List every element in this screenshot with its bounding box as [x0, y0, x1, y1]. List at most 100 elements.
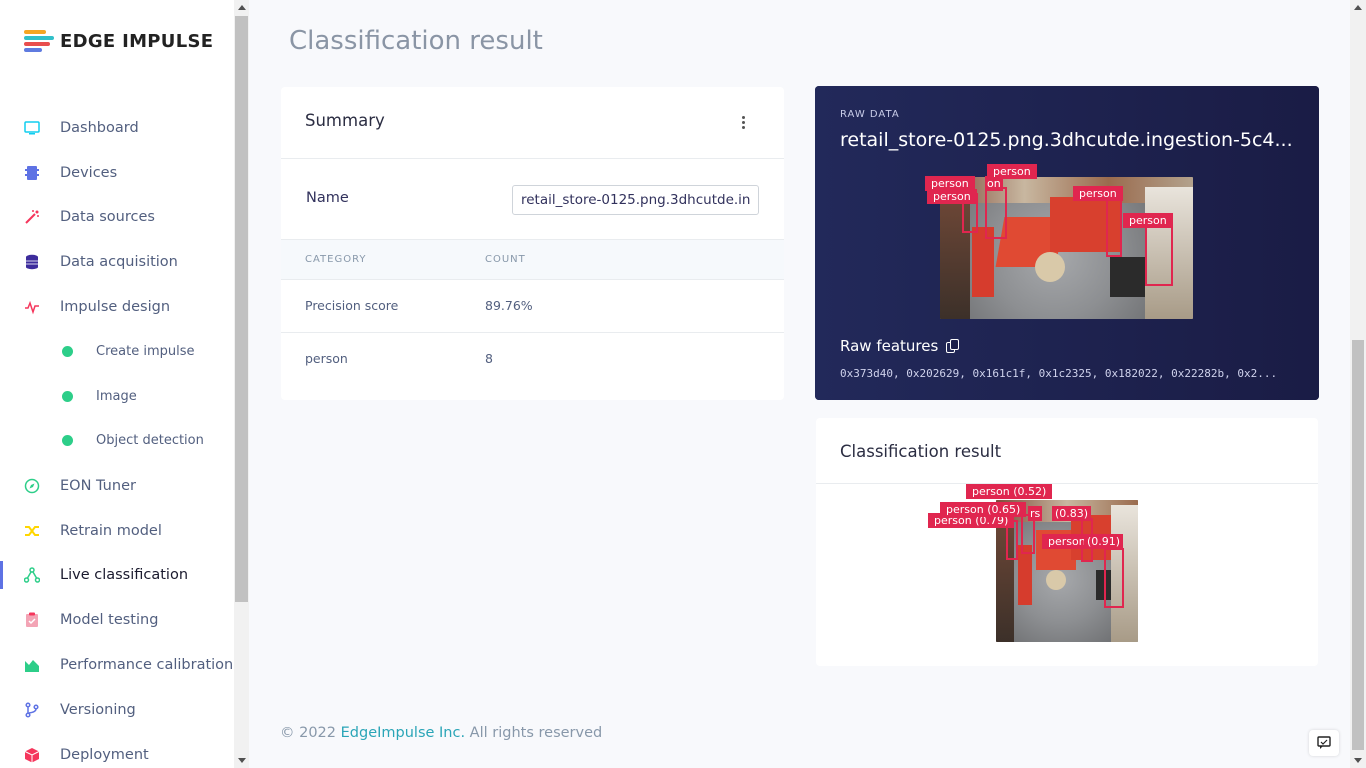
- sidebar-item-label: Versioning: [60, 702, 136, 718]
- sidebar-item-object-detection[interactable]: Object detection: [0, 422, 234, 458]
- sidebar-item-impulse-design[interactable]: Impulse design: [0, 289, 234, 325]
- name-label: Name: [306, 190, 349, 206]
- scrollbar-thumb[interactable]: [1352, 340, 1364, 750]
- footer-copyright: © 2022: [280, 725, 341, 741]
- detection-label: (0.83): [1052, 506, 1092, 521]
- detection-label: rs: [1028, 506, 1043, 521]
- brand-name: EDGE IMPULSE: [60, 30, 214, 52]
- column-header-count: COUNT: [485, 254, 526, 265]
- copy-icon[interactable]: [946, 338, 960, 354]
- name-input[interactable]: [512, 185, 759, 215]
- status-dot-icon: [62, 434, 73, 446]
- database-icon: [26, 254, 38, 270]
- sidebar-item-label: Performance calibration: [60, 657, 234, 673]
- wand-icon: [25, 210, 39, 224]
- footer-rights: All rights reserved: [465, 725, 603, 741]
- sidebar-item-label: Dashboard: [60, 120, 139, 136]
- sidebar: EDGE IMPULSE Dashboard Devices Data sour…: [0, 0, 234, 768]
- bounding-box: [1106, 195, 1122, 257]
- sidebar-item-label: Devices: [60, 165, 118, 181]
- summary-card: Summary Name CATEGORY COUNT Precision sc…: [281, 87, 784, 400]
- footer: © 2022 EdgeImpulse Inc. All rights reser…: [280, 725, 602, 741]
- sidebar-item-retrain-model[interactable]: Retrain model: [0, 513, 234, 549]
- table-row: person 8: [281, 333, 784, 386]
- sidebar-item-performance-calibration[interactable]: Performance calibration: [0, 647, 234, 683]
- chat-icon: [1317, 736, 1331, 749]
- raw-data-kicker: RAW DATA: [840, 109, 900, 120]
- sidebar-item-image[interactable]: Image: [0, 378, 234, 414]
- detection-label: person: [1123, 213, 1173, 228]
- sidebar-scrollbar[interactable]: [234, 0, 249, 768]
- monitor-icon: [24, 121, 40, 135]
- sidebar-item-deployment[interactable]: Deployment: [0, 737, 234, 768]
- footer-company-link[interactable]: EdgeImpulse Inc.: [341, 725, 465, 741]
- clipboard-icon: [26, 612, 38, 627]
- detection-label: person (0.52): [966, 484, 1053, 499]
- sidebar-item-live-classification[interactable]: Live classification: [0, 557, 234, 593]
- classification-card: Classification result person (0.52) pers…: [816, 418, 1318, 666]
- chart-icon: [25, 660, 39, 672]
- sidebar-item-data-sources[interactable]: Data sources: [0, 199, 234, 235]
- sidebar-item-data-acquisition[interactable]: Data acquisition: [0, 244, 234, 280]
- more-options-icon[interactable]: [740, 116, 746, 130]
- shuffle-icon: [25, 526, 39, 536]
- sidebar-item-create-impulse[interactable]: Create impulse: [0, 333, 234, 369]
- page-scrollbar[interactable]: [1350, 0, 1366, 768]
- detection-label: person: [927, 189, 977, 204]
- summary-title: Summary: [305, 111, 385, 130]
- sidebar-item-dashboard[interactable]: Dashboard: [0, 110, 234, 146]
- bounding-box: [1145, 222, 1173, 286]
- sidebar-item-label: Object detection: [96, 432, 204, 448]
- logo-icon: [24, 30, 54, 52]
- name-row: Name: [281, 160, 784, 240]
- count-cell: 89.76%: [485, 298, 533, 313]
- classification-image: [996, 500, 1138, 642]
- summary-header: Summary: [281, 87, 784, 159]
- raw-features-label: Raw features: [840, 337, 939, 355]
- sidebar-item-label: Live classification: [60, 567, 189, 583]
- sidebar-item-label: Model testing: [60, 612, 159, 628]
- scroll-up-icon[interactable]: [238, 5, 246, 10]
- feedback-button[interactable]: [1309, 730, 1339, 756]
- pulse-icon: [25, 300, 39, 315]
- scroll-down-icon[interactable]: [238, 758, 246, 763]
- detection-label: person: [987, 164, 1037, 179]
- status-dot-icon: [62, 345, 73, 357]
- box-icon: [24, 748, 40, 763]
- sidebar-item-label: Create impulse: [96, 343, 195, 359]
- sidebar-item-devices[interactable]: Devices: [0, 155, 234, 191]
- table-row: Precision score 89.76%: [281, 280, 784, 333]
- scroll-up-icon[interactable]: [1354, 5, 1362, 10]
- bounding-box: [985, 187, 1007, 239]
- network-icon: [24, 567, 40, 583]
- logo[interactable]: EDGE IMPULSE: [24, 30, 213, 52]
- table-header: CATEGORY COUNT: [281, 240, 784, 280]
- sidebar-item-eon-tuner[interactable]: EON Tuner: [0, 468, 234, 504]
- category-cell: person: [305, 351, 348, 366]
- raw-features-value: 0x373d40, 0x202629, 0x161c1f, 0x1c2325, …: [840, 367, 1278, 380]
- sidebar-item-label: EON Tuner: [60, 478, 136, 494]
- raw-data-filename: retail_store-0125.png.3dhcutde.ingestion…: [840, 129, 1293, 151]
- compass-icon: [24, 478, 40, 494]
- detection-label: person: [1073, 186, 1123, 201]
- count-cell: 8: [485, 351, 493, 366]
- scroll-down-icon[interactable]: [1354, 758, 1362, 763]
- sidebar-item-label: Image: [96, 388, 137, 404]
- category-cell: Precision score: [305, 298, 399, 313]
- column-header-category: CATEGORY: [305, 254, 367, 265]
- scrollbar-thumb[interactable]: [235, 16, 248, 602]
- bounding-box: [1104, 548, 1124, 608]
- devices-icon: [25, 166, 39, 180]
- raw-image: [940, 177, 1193, 319]
- sidebar-item-label: Deployment: [60, 747, 149, 763]
- detection-label: (0.91): [1084, 534, 1124, 549]
- sidebar-item-versioning[interactable]: Versioning: [0, 692, 234, 728]
- branch-icon: [25, 702, 39, 718]
- sidebar-item-label: Impulse design: [60, 299, 171, 315]
- raw-data-card: RAW DATA retail_store-0125.png.3dhcutde.…: [815, 86, 1319, 400]
- sidebar-item-model-testing[interactable]: Model testing: [0, 602, 234, 638]
- sidebar-item-label: Data acquisition: [60, 254, 178, 270]
- classification-title: Classification result: [840, 442, 1002, 461]
- sidebar-item-label: Retrain model: [60, 523, 162, 539]
- status-dot-icon: [62, 390, 73, 402]
